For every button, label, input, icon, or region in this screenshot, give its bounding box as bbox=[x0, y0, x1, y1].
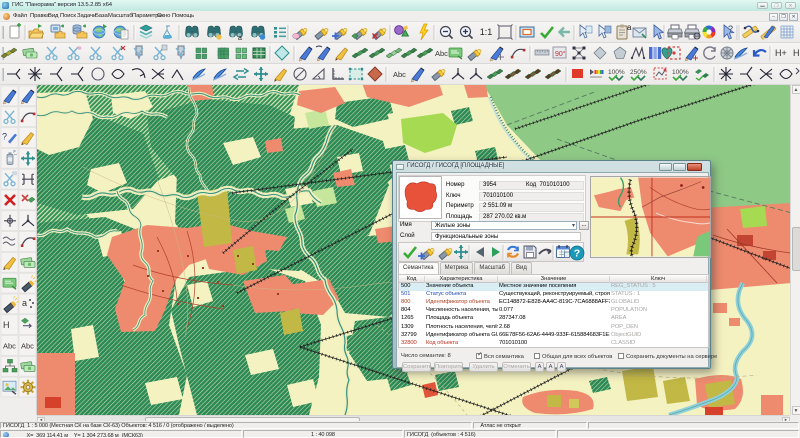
svg-text:90°: 90° bbox=[555, 50, 566, 58]
svg-text:H: H bbox=[3, 320, 10, 330]
svg-text:a: a bbox=[22, 298, 27, 308]
svg-text:H: H bbox=[793, 48, 800, 58]
svg-text:?: ? bbox=[574, 247, 580, 259]
svg-text:H+: H+ bbox=[775, 48, 787, 58]
svg-text:1:1: 1:1 bbox=[480, 27, 493, 37]
svg-text:Abc: Abc bbox=[21, 342, 34, 351]
svg-text:Abc: Abc bbox=[3, 342, 16, 351]
svg-text:?: ? bbox=[2, 132, 7, 142]
svg-text:?: ? bbox=[728, 24, 733, 34]
svg-text:a: a bbox=[238, 35, 242, 42]
svg-text:Abc: Abc bbox=[435, 49, 448, 58]
svg-text:a: a bbox=[627, 23, 632, 32]
svg-text:Abc: Abc bbox=[393, 70, 406, 79]
